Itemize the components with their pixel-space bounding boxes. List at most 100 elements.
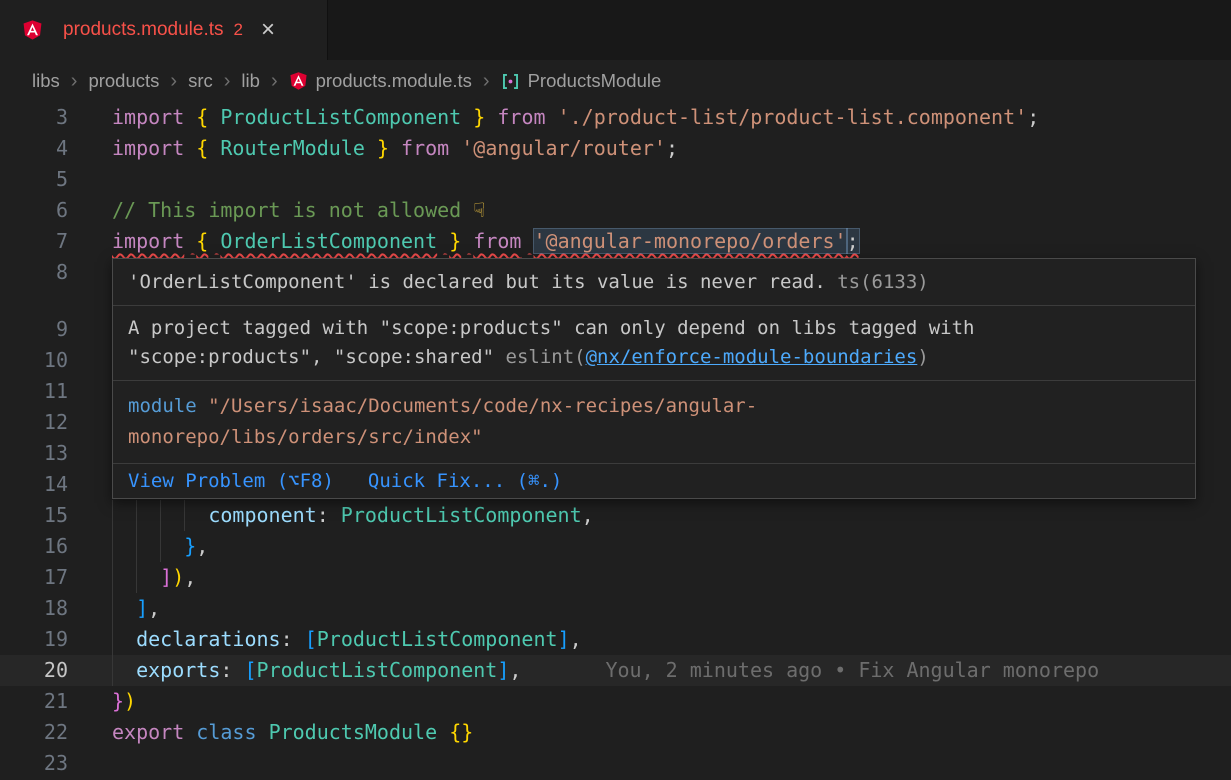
chevron-right-icon: ›	[271, 70, 278, 93]
code-token: exports	[136, 658, 220, 682]
view-problem-button[interactable]: View Problem (⌥F8)	[128, 467, 334, 495]
code-line-6[interactable]: 6// This import is not allowed ☟	[0, 195, 1231, 226]
code-token: ProductListComponent	[257, 658, 498, 682]
code-line-21[interactable]: 21})	[0, 686, 1231, 717]
code-token: component	[208, 503, 316, 527]
code-token	[184, 136, 196, 160]
line-number: 3	[0, 102, 68, 133]
code-content: })	[112, 686, 136, 717]
line-number: 9	[0, 314, 68, 345]
code-line-19[interactable]: 19 declarations: [ProductListComponent],	[0, 624, 1231, 655]
breadcrumb-item-lib[interactable]: lib	[241, 70, 260, 92]
code-line-20[interactable]: 20 exports: [ProductListComponent],You, …	[0, 655, 1231, 686]
tab-products-module[interactable]: products.module.ts 2 ×	[0, 0, 328, 60]
line-number: 8	[0, 257, 68, 288]
code-token: ,	[196, 534, 208, 558]
code-token	[208, 105, 220, 129]
line-number: 22	[0, 717, 68, 748]
angular-icon	[289, 71, 308, 91]
code-content: import { RouterModule } from '@angular/r…	[112, 133, 678, 164]
code-line-7[interactable]: 7 import { OrderListComponent } from '@an…	[0, 226, 1231, 257]
indent-guide-icon	[136, 500, 137, 531]
code-token	[461, 105, 473, 129]
code-line-23[interactable]: 23	[0, 748, 1231, 779]
breadcrumb-item-src[interactable]: src	[188, 70, 213, 92]
code-token: }	[184, 534, 196, 558]
eslint-rule-link[interactable]: @nx/enforce-module-boundaries	[586, 346, 918, 368]
code-token: ;	[1027, 105, 1039, 129]
line-number: 7	[0, 226, 68, 257]
code-token: ;	[666, 136, 678, 160]
code-token	[389, 136, 401, 160]
breadcrumb-item-file[interactable]: products.module.ts	[316, 70, 472, 92]
breadcrumb-item-libs[interactable]: libs	[32, 70, 60, 92]
code-token: }	[449, 229, 461, 253]
line-number: 10	[0, 345, 68, 376]
line-number: 19	[0, 624, 68, 655]
line-number: 17	[0, 562, 68, 593]
code-token: import	[112, 136, 184, 160]
code-token: [	[244, 658, 256, 682]
code-token: :	[317, 503, 329, 527]
code-token	[112, 596, 136, 620]
indent-guide-icon	[184, 500, 185, 531]
code-line-16[interactable]: 16 },	[0, 531, 1231, 562]
code-token: ,	[184, 565, 196, 589]
code-token: OrderListComponent	[220, 229, 437, 253]
code-content: declarations: [ProductListComponent],	[112, 624, 582, 655]
code-line-17[interactable]: 17 ]),	[0, 562, 1231, 593]
indent-guide-icon	[112, 655, 113, 686]
code-token	[329, 503, 341, 527]
code-token: '@angular/router'	[461, 136, 666, 160]
code-content: import { OrderListComponent } from '@ang…	[112, 226, 859, 257]
indent-guide-icon	[112, 500, 113, 531]
code-line-15[interactable]: 15 component: ProductListComponent,	[0, 500, 1231, 531]
code-token: :	[220, 658, 232, 682]
chevron-right-icon: ›	[224, 70, 231, 93]
code-content: component: ProductListComponent,	[112, 500, 594, 531]
hover-action-bar: View Problem (⌥F8) Quick Fix... (⌘.)	[113, 463, 1195, 498]
breadcrumb-item-symbol[interactable]: ProductsModule	[528, 70, 662, 92]
code-token: import	[112, 105, 184, 129]
code-token	[485, 105, 497, 129]
code-token: ,	[570, 627, 582, 651]
breadcrumb-item-products[interactable]: products	[88, 70, 159, 92]
eslint-text-line1: A project tagged with "scope:products" c…	[128, 317, 974, 339]
code-token: }	[473, 105, 485, 129]
code-line-18[interactable]: 18 ],	[0, 593, 1231, 624]
module-icon	[501, 72, 520, 91]
code-line-4[interactable]: 4import { RouterModule } from '@angular/…	[0, 133, 1231, 164]
ts-diagnostic-code: ts(6133)	[837, 271, 929, 293]
code-token	[112, 534, 184, 558]
line-number: 13	[0, 438, 68, 469]
diagnostic-hover-popup: 'OrderListComponent' is declared but its…	[112, 258, 1196, 499]
close-icon[interactable]: ×	[261, 18, 275, 42]
code-content: export class ProductsModule {}	[112, 717, 473, 748]
code-token: )	[172, 565, 184, 589]
code-token	[232, 658, 244, 682]
code-token: './product-list/product-list.component'	[558, 105, 1028, 129]
code-token	[546, 105, 558, 129]
line-number: 11	[0, 376, 68, 407]
code-token	[257, 720, 269, 744]
module-path-line1: "/Users/isaac/Documents/code/nx-recipes/…	[208, 395, 757, 417]
code-line-5[interactable]: 5	[0, 164, 1231, 195]
code-token: from	[473, 229, 521, 253]
quick-fix-button[interactable]: Quick Fix... (⌘.)	[368, 467, 562, 495]
code-token: '@angular-monorepo/orders'	[534, 229, 847, 253]
code-editor[interactable]: 3 import { ProductListComponent } from '.…	[0, 102, 1231, 780]
code-token: }	[112, 689, 124, 713]
line-number: 15	[0, 500, 68, 531]
ts-diagnostic-message: 'OrderListComponent' is declared but its…	[113, 259, 1195, 305]
code-content: // This import is not allowed ☟	[112, 195, 485, 226]
code-token	[461, 229, 473, 253]
code-token	[208, 136, 220, 160]
code-token: {	[196, 105, 208, 129]
indent-guide-icon	[112, 593, 113, 624]
code-line-22[interactable]: 22 export class ProductsModule {}	[0, 717, 1231, 748]
indent-guide-icon	[136, 562, 137, 593]
code-line-3[interactable]: 3 import { ProductListComponent } from '.…	[0, 102, 1231, 133]
code-content: import { ProductListComponent } from './…	[112, 102, 1039, 133]
code-token	[112, 658, 136, 682]
code-token: ]	[497, 658, 509, 682]
